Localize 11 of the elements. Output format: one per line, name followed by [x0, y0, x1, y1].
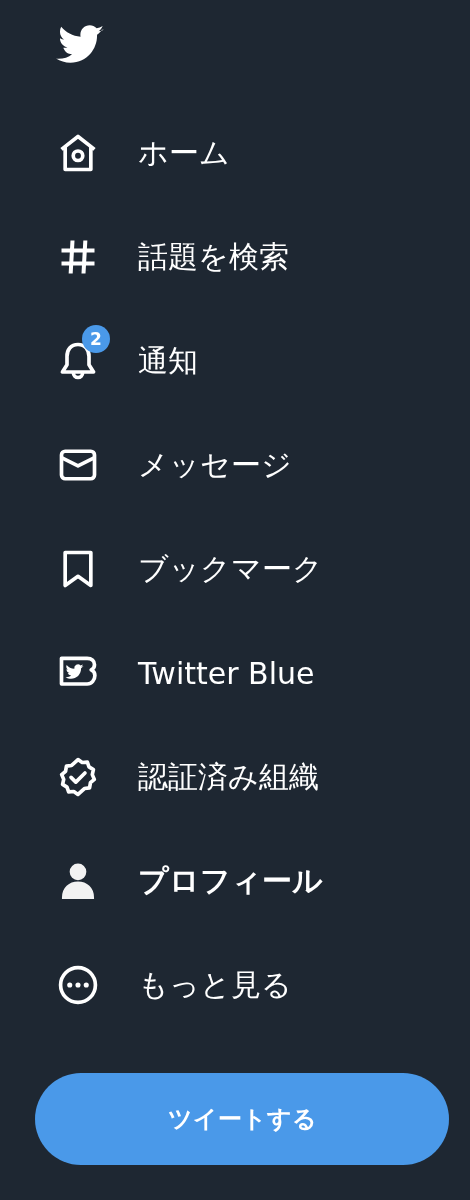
nav-item[interactable]: メッセージ — [0, 413, 470, 517]
nav-item[interactable]: ホーム — [0, 101, 470, 205]
nav-item[interactable]: 話題を検索 — [0, 205, 470, 309]
nav-item[interactable]: ブックマーク — [0, 517, 470, 621]
nav-item[interactable]: Twitter Blue — [0, 621, 470, 725]
nav-item[interactable]: プロフィール — [0, 829, 470, 933]
notification-count: 2 — [82, 325, 110, 353]
nav-item[interactable]: もっと見る — [0, 933, 470, 1037]
more-icon — [56, 963, 100, 1007]
nav-item[interactable]: 2 通知 — [0, 309, 470, 413]
nav-item[interactable]: 認証済み組織 — [0, 725, 470, 829]
